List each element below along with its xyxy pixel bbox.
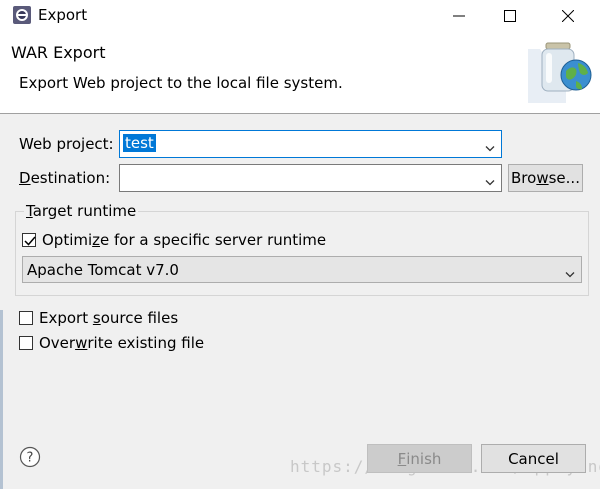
cancel-button[interactable]: Cancel	[481, 444, 586, 473]
overwrite-checkbox[interactable]	[19, 336, 33, 350]
destination-label: Destination:	[19, 169, 111, 187]
maximize-button[interactable]	[487, 0, 533, 31]
window-edge-strip	[0, 310, 3, 489]
chevron-down-icon	[565, 266, 575, 277]
overwrite-label[interactable]: Overwrite existing file	[39, 334, 204, 352]
server-runtime-select[interactable]: Apache Tomcat v7.0	[22, 256, 582, 283]
close-button[interactable]	[545, 0, 591, 31]
web-project-label: Web project:	[19, 135, 114, 153]
export-source-label[interactable]: Export source files	[39, 309, 178, 327]
maximize-icon	[504, 9, 516, 22]
window-title: Export	[38, 6, 88, 24]
target-runtime-title: Target runtime	[24, 202, 139, 220]
target-runtime-group: Target runtime	[15, 202, 589, 296]
optimize-checkbox[interactable]	[22, 233, 36, 247]
title-bar: Export	[0, 0, 600, 31]
browse-button[interactable]: Bro w se...	[508, 164, 583, 192]
page-description: Export Web project to the local file sys…	[19, 74, 343, 92]
eclipse-app-icon	[12, 5, 32, 25]
page-title: WAR Export	[11, 43, 106, 62]
destination-combo[interactable]	[119, 164, 502, 192]
minimize-icon	[453, 15, 465, 16]
war-export-jar-globe-icon	[526, 37, 596, 103]
checkmark-icon	[24, 236, 36, 246]
server-runtime-value: Apache Tomcat v7.0	[27, 261, 179, 279]
minimize-button[interactable]	[436, 0, 482, 31]
finish-button[interactable]: Finish	[367, 444, 472, 473]
web-project-value: test	[123, 134, 156, 152]
export-source-checkbox[interactable]	[19, 311, 33, 325]
wizard-banner: WAR Export Export Web project to the loc…	[0, 31, 600, 114]
svg-text:?: ?	[27, 451, 34, 466]
optimize-label[interactable]: Optimize for a specific server runtime	[42, 231, 326, 249]
chevron-down-icon	[485, 175, 495, 186]
web-project-combo[interactable]: test	[119, 130, 502, 158]
close-icon	[562, 9, 574, 22]
chevron-down-icon	[485, 141, 495, 152]
help-icon[interactable]: ?	[19, 446, 41, 468]
